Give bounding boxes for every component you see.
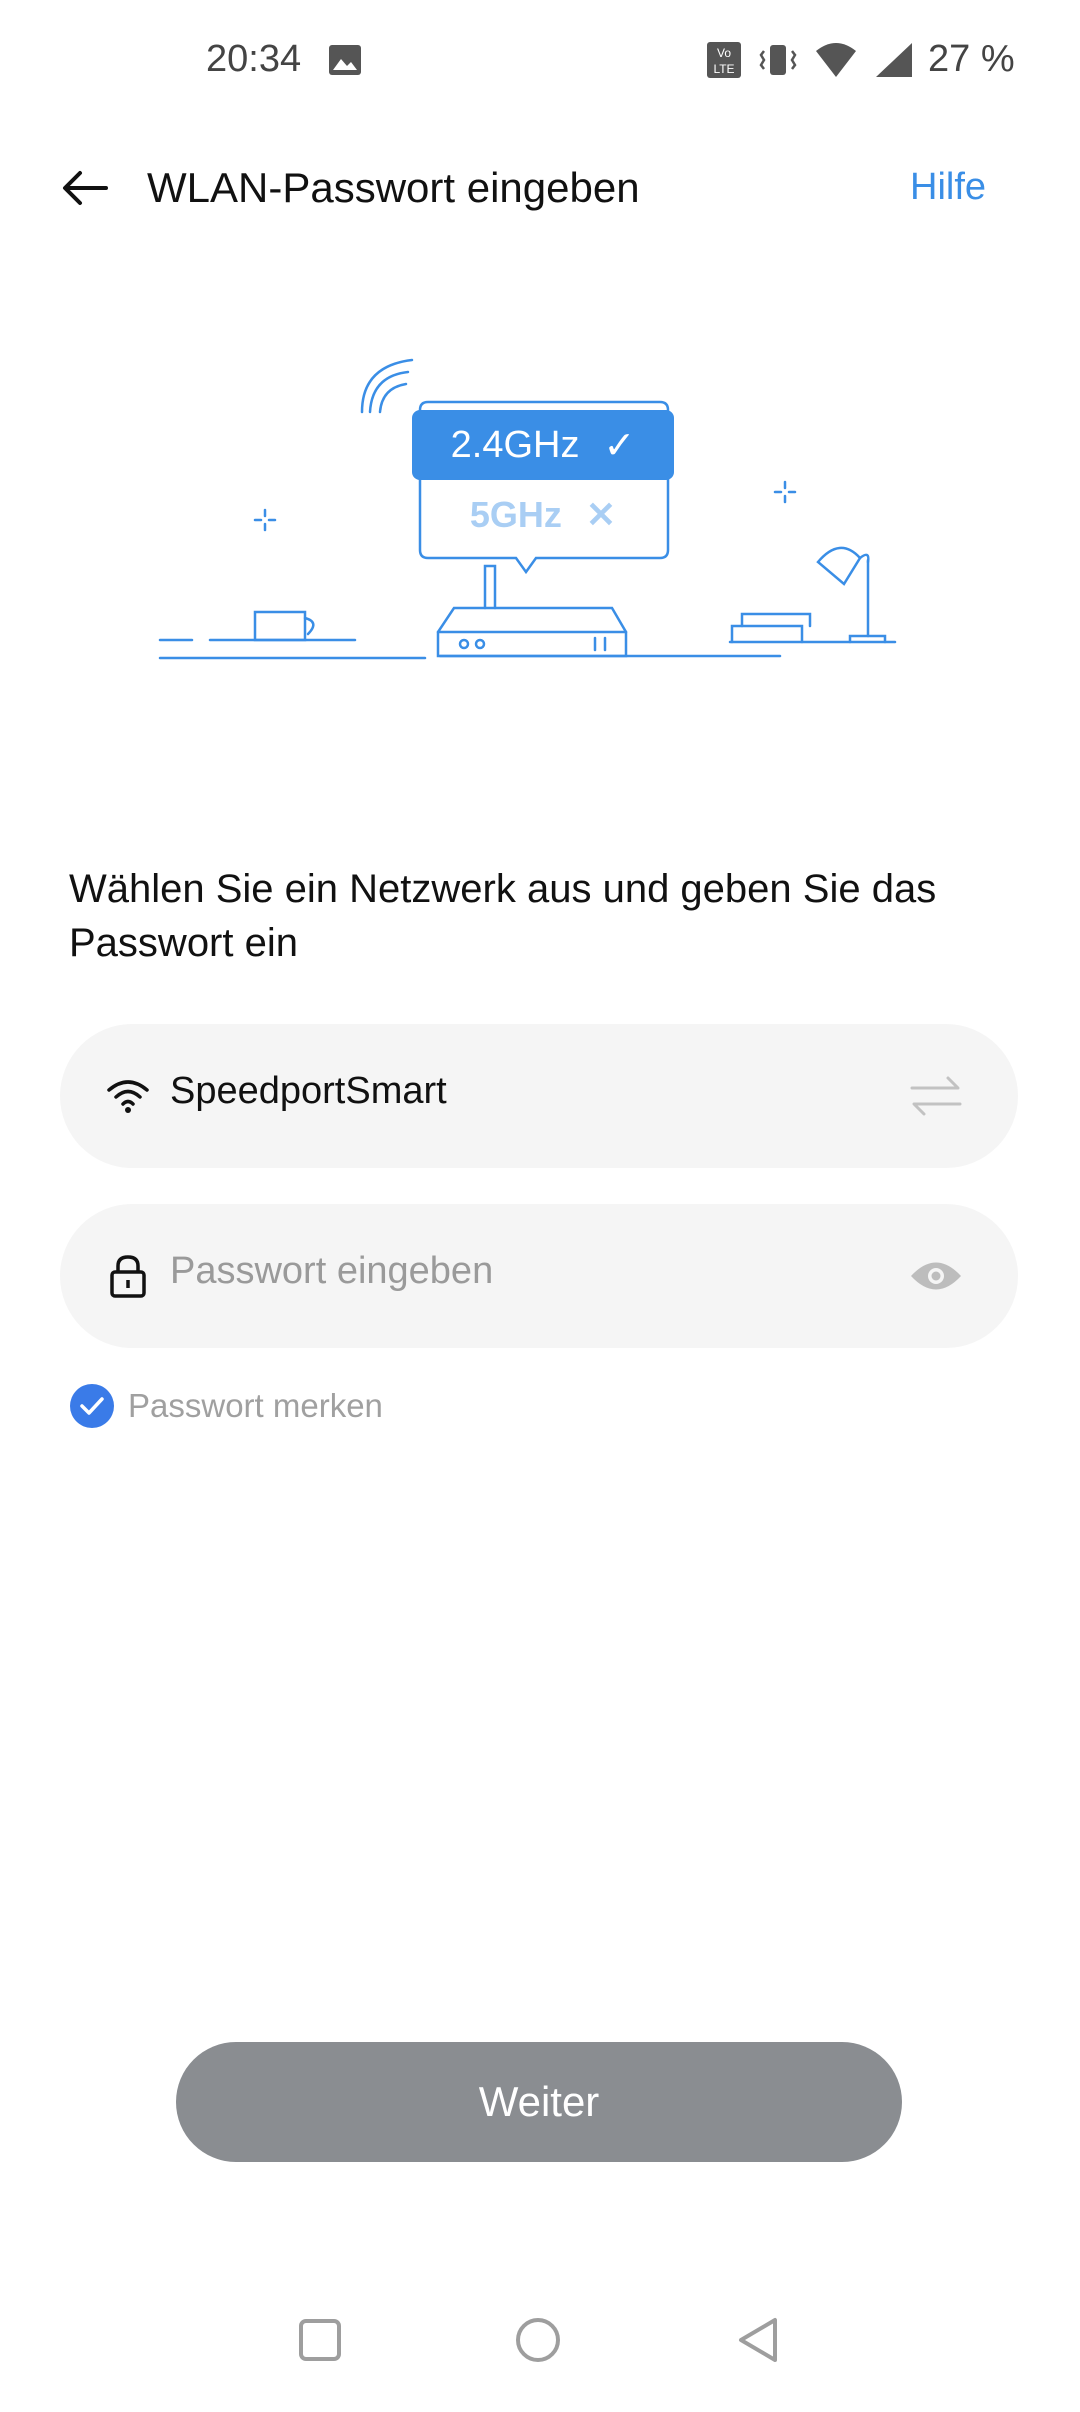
switch-network-icon[interactable] — [906, 1070, 966, 1122]
volte-icon: Vo LTE — [706, 41, 758, 84]
band-bad-label: 5GHz — [469, 494, 562, 535]
checkmark-icon: ✓ — [603, 424, 636, 467]
lock-icon — [104, 1252, 152, 1300]
remember-checkbox[interactable] — [70, 1384, 114, 1428]
cross-icon: ✕ — [585, 494, 617, 535]
help-link[interactable]: Hilfe — [910, 166, 986, 209]
status-time: 20:34 — [206, 38, 302, 80]
circle-icon — [516, 2318, 560, 2362]
arrow-left-icon — [63, 171, 108, 205]
next-button[interactable]: Weiter — [176, 2042, 902, 2162]
battery-level: 27 % — [928, 38, 1015, 80]
home-button[interactable] — [508, 2310, 568, 2370]
status-icons: Vo LTE — [706, 40, 930, 84]
svg-text:Vo: Vo — [717, 46, 731, 60]
eye-icon[interactable] — [906, 1250, 966, 1302]
band-2-4ghz-badge: 2.4GHz ✓ — [412, 410, 674, 480]
triangle-back-icon — [739, 2318, 777, 2362]
svg-text:LTE: LTE — [713, 62, 734, 76]
router-band-illustration: 2.4GHz ✓ 5GHz ✕ — [150, 340, 930, 700]
password-input[interactable]: Passwort eingeben — [170, 1250, 493, 1293]
wifi-icon — [104, 1072, 152, 1120]
page-title: WLAN-Passwort eingeben — [147, 164, 640, 211]
signal-icon — [874, 41, 930, 84]
band-5ghz-badge: 5GHz ✕ — [420, 480, 666, 550]
wifi-icon — [814, 41, 874, 84]
checkmark-icon — [80, 1397, 104, 1415]
instruction-text: Wählen Sie ein Netzwerk aus und geben Si… — [69, 867, 937, 965]
recents-button[interactable] — [290, 2310, 350, 2370]
status-bar: 20:34 Vo LTE 27 % — [0, 0, 1080, 120]
band-ok-label: 2.4GHz — [450, 423, 580, 466]
network-select-field[interactable]: SpeedportSmart — [60, 1024, 1018, 1168]
gallery-icon — [328, 44, 362, 76]
back-button[interactable] — [50, 158, 120, 218]
square-icon — [299, 2319, 341, 2361]
system-nav-bar — [0, 2290, 1080, 2400]
vibrate-icon — [758, 41, 814, 84]
network-name: SpeedportSmart — [170, 1070, 447, 1112]
password-field[interactable]: Passwort eingeben — [60, 1204, 1018, 1348]
back-nav-button[interactable] — [728, 2310, 788, 2370]
remember-password-row[interactable]: Passwort merken — [70, 1384, 383, 1428]
remember-label: Passwort merken — [128, 1387, 383, 1424]
